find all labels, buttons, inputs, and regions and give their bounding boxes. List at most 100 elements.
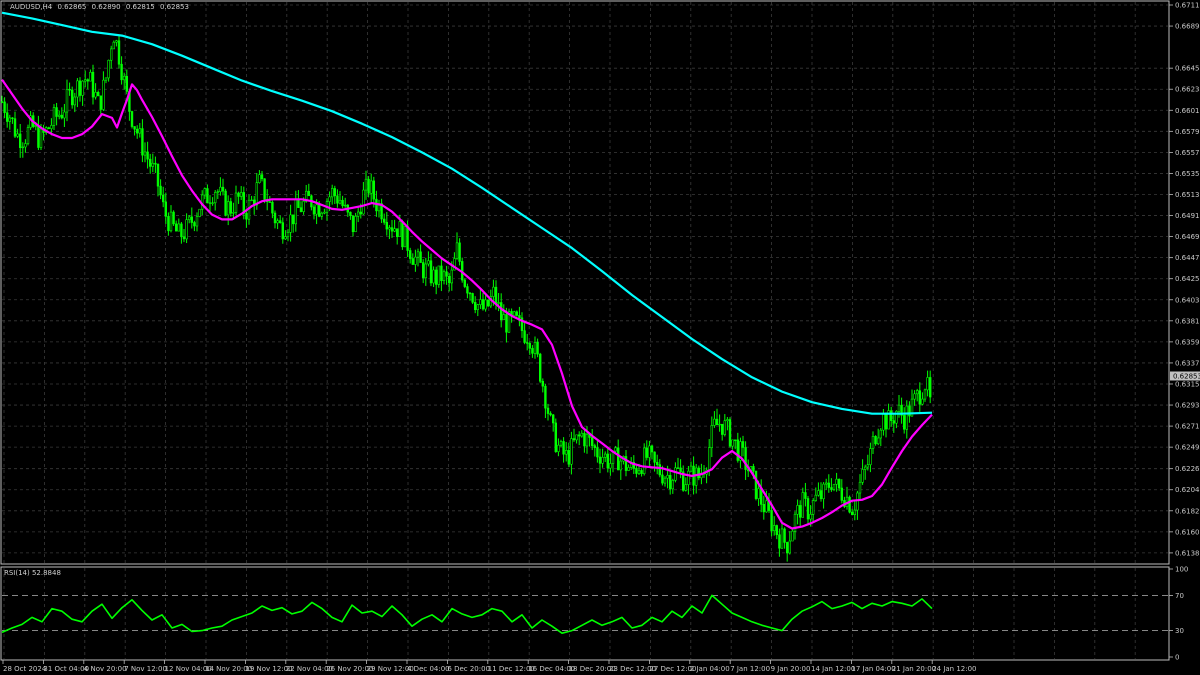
candle-body <box>687 470 690 485</box>
candle-body <box>91 71 95 98</box>
candle-body <box>294 199 297 225</box>
candle-body <box>832 483 836 490</box>
candle-body <box>928 377 932 398</box>
candle-body <box>110 48 113 61</box>
candle-body <box>614 447 617 452</box>
price-tick-label: 0.62930 <box>1175 402 1200 410</box>
ohlc-high: 0.62890 <box>92 3 121 11</box>
candle-body <box>879 429 883 439</box>
candle-body <box>154 162 157 165</box>
candle-body <box>590 437 594 446</box>
candle-body <box>671 480 675 490</box>
candle-body <box>68 89 71 91</box>
candle-body <box>684 484 688 491</box>
price-tick-label: 0.65130 <box>1175 191 1200 199</box>
candle-body <box>921 398 924 405</box>
candle-body <box>395 228 399 237</box>
candle-body <box>707 447 711 471</box>
rsi-label: RSI(14) 52.8848 <box>4 569 61 577</box>
candle-body <box>112 41 116 50</box>
candle-body <box>811 500 815 515</box>
candle-body <box>733 439 737 441</box>
candle-body <box>447 275 451 284</box>
candle-body <box>499 302 503 321</box>
candle-body <box>242 192 245 214</box>
candle-body <box>494 286 498 304</box>
candle-body <box>817 490 820 496</box>
symbol-label: AUDUSD,H4 <box>10 3 53 11</box>
candle-body <box>635 467 638 474</box>
candle-body <box>341 199 344 207</box>
candle-body <box>284 236 287 240</box>
candle-body <box>796 505 799 515</box>
candle-body <box>180 223 183 238</box>
candle-body <box>676 467 680 469</box>
candle-body <box>123 75 126 81</box>
candle-body <box>125 75 129 92</box>
candle-body <box>809 514 812 520</box>
candle-body <box>336 195 339 204</box>
candle-body <box>575 434 578 441</box>
candle-body <box>349 211 352 216</box>
candle-body <box>718 423 721 426</box>
candle-body <box>658 464 662 476</box>
candle-body <box>442 271 446 282</box>
candle-body <box>598 456 602 464</box>
time-tick-label: 4 Dec 04:00 <box>407 665 450 673</box>
candle-body <box>8 117 11 122</box>
candle-body <box>312 206 316 215</box>
candle-body <box>273 212 277 224</box>
candle-body <box>440 265 443 282</box>
candle-body <box>81 80 84 96</box>
candle-body <box>783 528 786 543</box>
candle-body <box>606 453 610 469</box>
candle-body <box>419 251 422 263</box>
candle-body <box>585 434 589 447</box>
candle-body <box>804 492 807 499</box>
candle-body <box>596 447 599 458</box>
candle-body <box>141 128 144 156</box>
time-tick-label: 14 Jan 12:00 <box>811 665 855 673</box>
candle-body <box>221 186 225 192</box>
candle-body <box>655 461 659 465</box>
candle-body <box>562 441 565 455</box>
chart-header: AUDUSD,H4 0.62865 0.62890 0.62815 0.6285… <box>10 3 189 11</box>
candle-body <box>557 444 560 452</box>
candle-body <box>689 465 693 472</box>
rsi-tick-label: 100 <box>1175 566 1188 574</box>
candle-body <box>369 180 373 194</box>
candle-body <box>544 385 547 409</box>
candle-body <box>536 342 539 355</box>
time-tick-label: 28 Oct 2024 <box>3 665 47 673</box>
candle-body <box>146 151 149 160</box>
candle-body <box>479 299 482 306</box>
candle-body <box>234 192 238 213</box>
candle-body <box>432 269 435 284</box>
candle-body <box>661 474 664 484</box>
candle-body <box>388 227 391 230</box>
candle-body <box>648 445 651 458</box>
candle-body <box>850 511 854 515</box>
price-chart[interactable]: 0.67110 0.66890 0.66450 0.66230 0.66010 0.657… <box>0 0 1200 675</box>
candle-body <box>159 185 162 196</box>
candle-body <box>897 404 901 412</box>
candle-body <box>55 107 58 117</box>
candle-body <box>193 222 196 227</box>
candle-body <box>650 445 654 453</box>
candle-body <box>94 91 97 98</box>
time-tick-label: 7 Nov 12:00 <box>124 665 167 673</box>
candle-body <box>219 186 222 192</box>
candle-body <box>255 182 258 206</box>
price-tick-label: 0.66450 <box>1175 65 1200 73</box>
candle-body <box>523 330 526 343</box>
candle-body <box>65 89 69 113</box>
candle-body <box>853 509 857 515</box>
candle-body <box>892 420 896 424</box>
candle-body <box>6 112 9 122</box>
candle-body <box>198 208 201 217</box>
candle-body <box>791 530 794 542</box>
price-tick-label: 0.64910 <box>1175 212 1200 220</box>
candle-body <box>455 242 459 259</box>
candle-body <box>291 214 295 225</box>
candle-body <box>421 262 425 279</box>
